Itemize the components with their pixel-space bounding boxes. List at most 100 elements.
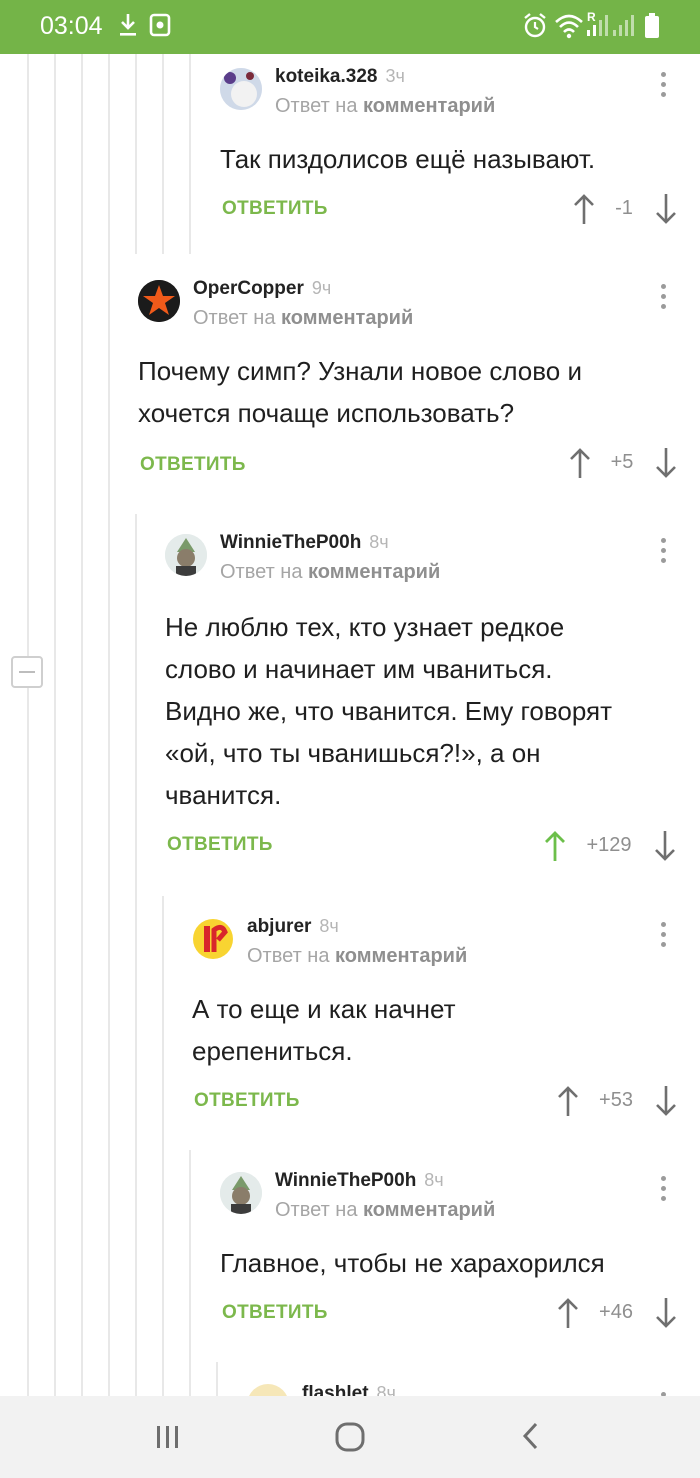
reply-prefix: Ответ на [247,945,330,967]
comment-time: 3ч [385,66,405,86]
reply-target: комментарий [281,307,414,329]
avatar-image [220,68,262,110]
comment-username[interactable]: abjurer [247,916,311,937]
more-options-icon[interactable] [661,922,667,952]
comment-username[interactable]: WinnieTheP00h [275,1170,416,1191]
avatar-image [220,1172,262,1214]
reply-to[interactable]: Ответ на комментарий [247,945,467,968]
arrow-up-icon[interactable] [556,1084,580,1118]
avatar-image [165,534,207,576]
arrow-down-icon[interactable] [654,1296,678,1330]
comment-text-line: Главное, чтобы не харахорился [220,1248,605,1278]
comment-text-line: чванится. [165,780,282,810]
comment-text-line: Не люблю тех, кто узнает редкое [165,612,565,642]
vote-score: +5 [610,451,634,473]
comment-text-line: ерепениться. [192,1036,353,1066]
comment-time: 8ч [319,916,339,936]
back-icon[interactable] [518,1416,542,1456]
arrow-up-icon[interactable] [568,446,592,480]
arrow-down-icon[interactable] [654,446,678,480]
comment-text-line: «ой, что ты чванишься?!», а он [165,738,541,768]
reply-target: комментарий [308,561,441,583]
reply-to[interactable]: Ответ на комментарий [275,1199,495,1222]
comment-text-line: Видно же, что чванится. Ему говорят [165,696,613,726]
avatar-image [138,280,180,322]
comment-text: А то еще и как начнет ерепениться. [192,988,456,1072]
reply-button[interactable]: ОТВЕТИТЬ [140,454,246,476]
avatar-image [193,919,233,959]
reply-to[interactable]: Ответ на комментарий [220,561,440,584]
comment: WinnieTheP00h 8ч Ответ на комментарий Гла… [220,1170,680,1340]
vote-score: +53 [599,1089,633,1111]
alarm-icon [524,13,546,38]
arrow-up-icon[interactable] [572,192,596,226]
comment-time: 8ч [376,1383,396,1396]
more-options-icon[interactable] [661,72,667,102]
reply-to[interactable]: Ответ на комментарий [275,95,495,118]
comment-username[interactable]: WinnieTheP00h [220,532,361,553]
comment-text-line: А то еще и как начнет [192,994,456,1024]
vote-block: +53 [556,1084,680,1118]
avatar[interactable] [138,280,180,322]
recent-apps-icon[interactable] [154,1416,182,1456]
comment-text-line: слово и начинает им чваниться. [165,654,553,684]
signal-icon-2 [613,15,634,36]
thread-line [135,54,137,254]
comment-header: koteika.328 3ч [275,66,405,88]
vote-score: +46 [599,1301,633,1323]
comment-text: Так пиздолисов ещё называют. [220,138,595,180]
reply-button[interactable]: ОТВЕТИТЬ [194,1090,300,1112]
more-options-icon[interactable] [661,1176,667,1206]
reply-button[interactable]: ОТВЕТИТЬ [167,834,273,856]
thread-line [162,896,164,1396]
comment-time: 8ч [424,1170,444,1190]
comment: WinnieTheP00h 8ч Ответ на комментарий Не … [165,532,680,872]
avatar[interactable] [192,918,234,960]
vote-score: +129 [586,834,632,856]
more-options-icon[interactable] [661,284,667,314]
system-nav-bar [0,1396,700,1478]
collapse-thread-button[interactable] [11,656,43,688]
avatar[interactable] [165,534,207,576]
comment-header: flashlet 8ч [302,1383,396,1396]
comment: flashlet 8ч [247,1382,680,1396]
comment-time: 8ч [369,532,389,552]
thread-line [189,1150,191,1396]
wifi-icon [555,14,583,39]
comment-time: 9ч [311,278,332,298]
avatar[interactable] [220,1172,262,1214]
thread-line [135,514,137,1396]
comment-text: Почему симп? Узнали новое слово и хочетс… [138,350,582,434]
signal-icon-1 [587,15,608,36]
comment: abjurer 8ч Ответ на комментарий А то еще … [192,916,680,1126]
reply-button[interactable]: ОТВЕТИТЬ [222,1302,328,1324]
reply-button[interactable]: ОТВЕТИТЬ [222,198,328,220]
reply-prefix: Ответ на [220,561,303,583]
comment-text-line: Так пиздолисов ещё называют. [220,144,596,174]
battery-icon [645,13,659,38]
arrow-down-icon[interactable] [654,1084,678,1118]
home-icon[interactable] [334,1416,366,1456]
avatar[interactable] [247,1384,289,1396]
arrow-down-icon[interactable] [653,829,677,863]
avatar[interactable] [220,68,262,110]
more-options-icon[interactable] [661,538,667,568]
reply-prefix: Ответ на [275,95,358,117]
reply-target: комментарий [335,945,468,967]
comment-username[interactable]: koteika.328 [275,66,377,87]
comment-username[interactable]: OperCopper [193,278,304,299]
arrow-down-icon[interactable] [654,192,678,226]
comment-username[interactable]: flashlet [302,1383,369,1396]
thread-line [108,54,110,1396]
arrow-up-icon[interactable] [556,1296,580,1330]
reply-target: комментарий [363,95,496,117]
status-time: 03:04 [40,12,103,40]
vote-block: -1 [572,192,680,226]
comment-header: OperCopper 9ч [193,278,331,300]
arrow-up-icon[interactable] [543,829,567,863]
reply-to[interactable]: Ответ на комментарий [193,307,413,330]
comment-text: Не люблю тех, кто узнает редкое слово и … [165,606,612,816]
vote-block: +129 [543,829,680,863]
reply-target: комментарий [363,1199,496,1221]
comment: OperCopper 9ч Ответ на комментарий Почему… [138,278,680,488]
